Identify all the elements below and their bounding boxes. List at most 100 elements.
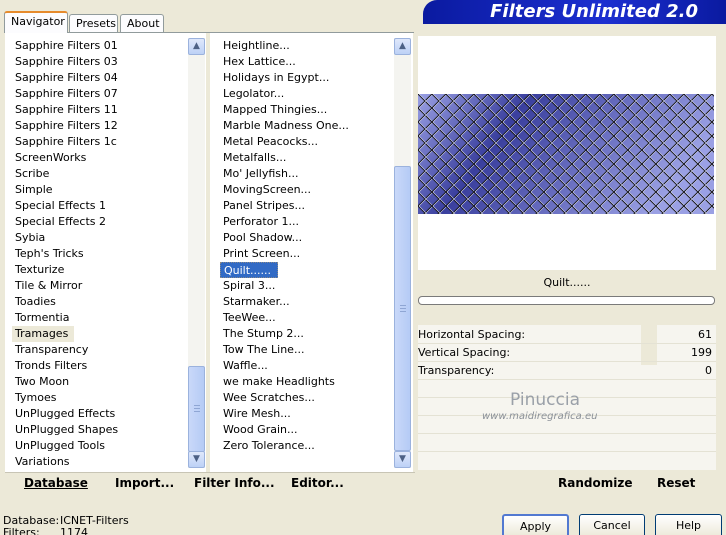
list-item[interactable]: Wee Scratches... [220, 390, 394, 406]
list-item[interactable]: Tile & Mirror [12, 278, 188, 294]
scroll-down-icon[interactable]: ▼ [188, 451, 205, 468]
filter-label: Holidays in Egypt... [223, 71, 330, 84]
category-list[interactable]: Sapphire Filters 01 Sapphire Filters 03 Sa… [12, 38, 188, 470]
filter-label: Wood Grain... [223, 423, 298, 436]
param-row-horizontal[interactable]: Horizontal Spacing: 61 [418, 326, 716, 344]
list-item[interactable]: Waffle... [220, 358, 394, 374]
filter-label: Zero Tolerance... [223, 439, 315, 452]
tab-navigator[interactable]: Navigator [4, 11, 68, 33]
filter-label: TeeWee... [223, 311, 276, 324]
list-item[interactable]: Mapped Thingies... [220, 102, 394, 118]
list-item[interactable]: Starmaker... [220, 294, 394, 310]
list-item[interactable]: Scribe [12, 166, 188, 182]
list-item[interactable]: Sapphire Filters 04 [12, 70, 188, 86]
import-button[interactable]: Import... [115, 476, 174, 490]
list-item[interactable]: Sapphire Filters 1c [12, 134, 188, 150]
status-filters-value: 1174 [60, 526, 88, 535]
filter-label: Metalfalls... [223, 151, 287, 164]
list-item[interactable]: Spiral 3... [220, 278, 394, 294]
randomize-button[interactable]: Randomize [558, 476, 632, 490]
list-item[interactable]: Perforator 1... [220, 214, 394, 230]
scroll-up-icon[interactable]: ▲ [394, 38, 411, 55]
category-label: Simple [15, 183, 53, 196]
list-item[interactable]: Special Effects 2 [12, 214, 188, 230]
list-item[interactable]: TeeWee... [220, 310, 394, 326]
list-item[interactable]: Metalfalls... [220, 150, 394, 166]
param-value: 61 [698, 328, 712, 341]
list-item[interactable]: UnPlugged Shapes [12, 422, 188, 438]
scroll-down-icon[interactable]: ▼ [394, 451, 411, 468]
database-button[interactable]: Database [24, 476, 88, 490]
list-item[interactable]: Special Effects 1 [12, 198, 188, 214]
cancel-button[interactable]: Cancel [579, 514, 645, 535]
category-label: Special Effects 2 [15, 215, 107, 228]
category-label: Scribe [15, 167, 50, 180]
list-item[interactable]: Panel Stripes... [220, 198, 394, 214]
param-row-transparency[interactable]: Transparency: 0 [418, 362, 716, 380]
list-item[interactable]: ScreenWorks [12, 150, 188, 166]
list-item[interactable]: Marble Madness One... [220, 118, 394, 134]
list-item[interactable]: Print Screen... [220, 246, 394, 262]
tab-presets[interactable]: Presets [69, 14, 118, 32]
list-item[interactable]: Texturize [12, 262, 188, 278]
filter-info-button[interactable]: Filter Info... [194, 476, 275, 490]
category-label: Sapphire Filters 1c [15, 135, 117, 148]
apply-button[interactable]: Apply [502, 514, 569, 535]
list-item[interactable]: we make Headlights [220, 374, 394, 390]
scroll-thumb[interactable] [394, 166, 411, 451]
category-label: Special Effects 1 [15, 199, 107, 212]
list-item[interactable]: Tronds Filters [12, 358, 188, 374]
list-item[interactable]: Pool Shadow... [220, 230, 394, 246]
list-item[interactable]: Transparency [12, 342, 188, 358]
list-item[interactable]: Sapphire Filters 01 [12, 38, 188, 54]
category-scrollbar[interactable]: ▲ ▼ [188, 38, 205, 468]
list-item[interactable]: Sapphire Filters 11 [12, 102, 188, 118]
list-item[interactable]: Legolator... [220, 86, 394, 102]
list-item[interactable]: Sapphire Filters 03 [12, 54, 188, 70]
filter-label: Panel Stripes... [223, 199, 306, 212]
filter-label: Legolator... [223, 87, 285, 100]
list-item[interactable]: The Stump 2... [220, 326, 394, 342]
param-row-vertical[interactable]: Vertical Spacing: 199 [418, 344, 716, 362]
list-item[interactable]: Wood Grain... [220, 422, 394, 438]
list-item[interactable]: Two Moon [12, 374, 188, 390]
filter-label: Mapped Thingies... [223, 103, 328, 116]
list-item[interactable]: Sybia [12, 230, 188, 246]
list-item[interactable]: UnPlugged Tools [12, 438, 188, 454]
editor-button[interactable]: Editor... [291, 476, 344, 490]
list-item[interactable]: Quilt...... [220, 262, 394, 278]
list-item[interactable]: Hex Lattice... [220, 54, 394, 70]
filter-label: The Stump 2... [223, 327, 304, 340]
filter-scrollbar[interactable]: ▲ ▼ [394, 38, 411, 468]
filter-label: Wee Scratches... [223, 391, 315, 404]
list-item[interactable]: Sapphire Filters 07 [12, 86, 188, 102]
list-item[interactable]: Toadies [12, 294, 188, 310]
list-item[interactable]: Heightline... [220, 38, 394, 54]
filter-list[interactable]: Heightline... Hex Lattice... Holidays in E… [220, 38, 394, 470]
param-value: 199 [691, 346, 712, 359]
list-item[interactable]: Wire Mesh... [220, 406, 394, 422]
list-item[interactable]: Tramages [12, 326, 188, 342]
category-label: Sapphire Filters 03 [15, 55, 118, 68]
reset-button[interactable]: Reset [657, 476, 695, 490]
watermark-name: Pinuccia [510, 390, 580, 410]
list-item[interactable]: Sapphire Filters 12 [12, 118, 188, 134]
scroll-up-icon[interactable]: ▲ [188, 38, 205, 55]
list-item[interactable]: Variations [12, 454, 188, 470]
help-button[interactable]: Help [655, 514, 722, 535]
category-label: Tronds Filters [15, 359, 88, 372]
list-item[interactable]: Simple [12, 182, 188, 198]
list-item[interactable]: Mo' Jellyfish... [220, 166, 394, 182]
list-item[interactable]: Tymoes [12, 390, 188, 406]
tab-about[interactable]: About [120, 14, 164, 32]
list-item[interactable]: Metal Peacocks... [220, 134, 394, 150]
list-item[interactable]: MovingScreen... [220, 182, 394, 198]
scroll-thumb[interactable] [188, 366, 205, 452]
list-item[interactable]: Tormentia [12, 310, 188, 326]
list-item[interactable]: Tow The Line... [220, 342, 394, 358]
filter-label: Perforator 1... [223, 215, 299, 228]
list-item[interactable]: Zero Tolerance... [220, 438, 394, 454]
list-item[interactable]: Teph's Tricks [12, 246, 188, 262]
list-item[interactable]: UnPlugged Effects [12, 406, 188, 422]
list-item[interactable]: Holidays in Egypt... [220, 70, 394, 86]
